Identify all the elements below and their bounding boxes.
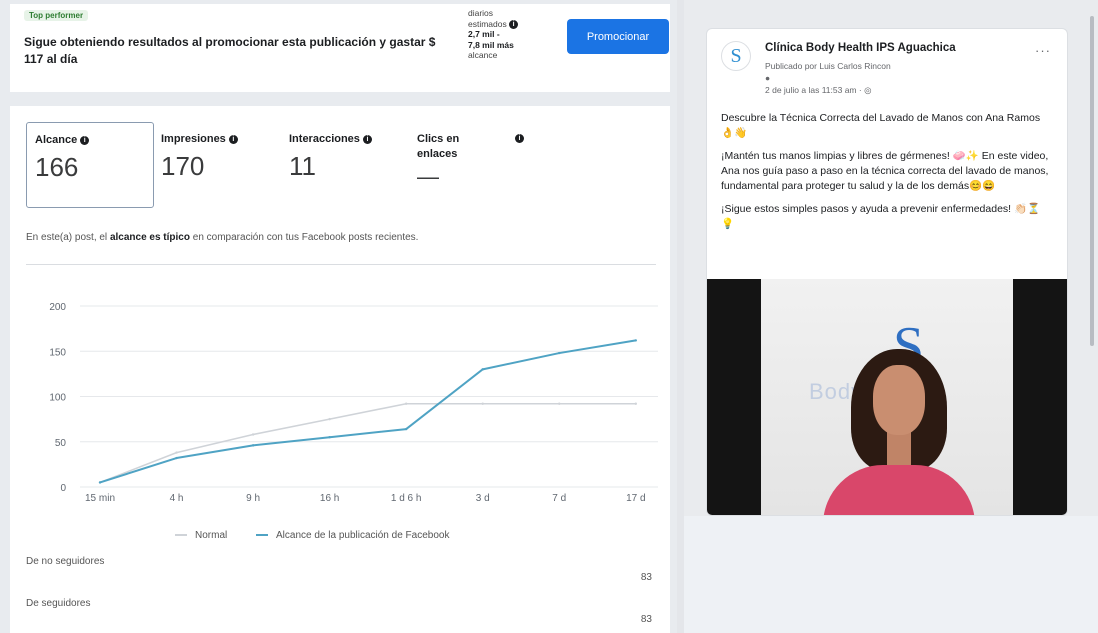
estimate-label-3: alcance [468, 50, 498, 60]
stats-card: Alcance i 166 Impresiones i 170 Interacc… [10, 106, 670, 633]
info-icon[interactable]: i [80, 135, 90, 145]
legend-item-reach[interactable]: Alcance de la publicación de Facebook [256, 530, 449, 541]
legend-swatch-normal [175, 534, 187, 537]
metric-label: Interacciones [289, 133, 360, 145]
y-tick-label: 200 [49, 302, 66, 313]
video-frame: S Body Health [761, 279, 1013, 515]
breakdown-followers: De seguidores 83 [26, 598, 656, 625]
point-normal [404, 402, 408, 405]
info-dot-icon: ● [765, 73, 771, 83]
legend-swatch-reach [256, 534, 269, 537]
info-icon[interactable]: i [228, 134, 238, 144]
post-meta: Publicado por Luis Carlos Rincon ● 2 de … [765, 61, 891, 95]
breakdown-non-followers: De no seguidores 83 [26, 556, 656, 583]
post-preview-panel: S Clínica Body Health IPS Aguachica Publ… [684, 0, 1098, 633]
legend-label: Alcance de la publicación de Facebook [276, 530, 450, 541]
x-tick-label: 1 d 6 h [391, 493, 422, 504]
y-tick-label: 150 [49, 347, 66, 358]
breakdown-label: De no seguidores [26, 556, 105, 567]
page-logo-icon[interactable]: S [721, 41, 751, 71]
breakdown-value: 83 [640, 572, 652, 583]
info-icon[interactable]: i [515, 134, 524, 143]
point-reach [328, 436, 331, 439]
post-video[interactable]: S Body Health [707, 279, 1067, 515]
metric-reach[interactable]: Alcance i 166 [26, 122, 154, 208]
estimate-label-2: estimados [468, 18, 507, 29]
chart-legend: Normal Alcance de la publicación de Face… [175, 530, 475, 541]
insights-panel: Top performer Sigue obteniendo resultado… [0, 0, 677, 633]
post-paragraph: ¡Mantén tus manos limpias y libres de gé… [721, 150, 1049, 192]
panel-background [684, 516, 1098, 633]
x-tick-label: 17 d [626, 493, 645, 504]
estimate-label-1: diarios [468, 8, 494, 18]
point-normal [251, 433, 255, 436]
presenter-face [873, 365, 925, 435]
promote-button[interactable]: Promocionar [567, 19, 669, 54]
metric-impressions[interactable]: Impresiones i 170 [153, 122, 281, 208]
y-tick-label: 50 [55, 438, 67, 449]
scrollbar[interactable] [1090, 16, 1094, 346]
estimate-value: 2,7 mil - [468, 29, 500, 39]
post-paragraph: Descubre la Técnica Correcta del Lavado … [721, 112, 1041, 139]
metric-value: 11 [289, 151, 316, 181]
more-options-icon[interactable]: ··· [1035, 43, 1051, 58]
post-paragraph: ¡Sigue estos simples pasos y ayuda a pre… [721, 203, 1041, 230]
metric-label: Impresiones [161, 133, 226, 145]
post-text: Descubre la Técnica Correcta del Lavado … [721, 111, 1053, 240]
breakdown-label: De seguidores [26, 598, 91, 609]
post-preview: S Clínica Body Health IPS Aguachica Publ… [706, 28, 1068, 516]
reach-description: En este(a) post, el alcance es típico en… [26, 232, 418, 243]
y-tick-label: 0 [60, 483, 66, 494]
published-by: Publicado por Luis Carlos Rincon [765, 61, 891, 71]
promotion-message: Sigue obteniendo resultados al promocion… [24, 35, 436, 66]
y-tick-label: 100 [49, 393, 66, 404]
x-tick-label: 3 d [476, 493, 490, 504]
metric-label: Alcance [35, 134, 78, 146]
x-tick-label: 7 d [552, 493, 566, 504]
reach-line-chart: 0 50 100 150 200 15 min 4 h 9 h 16 h 1 d 6 h 3 d 7 … [49, 302, 658, 504]
point-reach [634, 339, 637, 342]
description-prefix: En este(a) post, el [26, 232, 108, 243]
post-date[interactable]: 2 de julio a las 11:53 am [765, 85, 857, 95]
metric-interactions[interactable]: Interacciones i 11 [281, 122, 409, 208]
presenter-neck [887, 429, 911, 469]
point-normal [328, 417, 331, 421]
x-tick-label: 16 h [320, 493, 339, 504]
point-normal [634, 402, 637, 405]
point-normal [481, 402, 484, 405]
divider [26, 264, 656, 265]
estimate-info: diarios estimados i 2,7 mil - 7,8 mil má… [468, 8, 548, 61]
point-reach [481, 368, 484, 371]
top-performer-badge: Top performer [24, 10, 89, 21]
page-name[interactable]: Clínica Body Health IPS Aguachica [765, 42, 956, 54]
description-highlight: alcance es típico [109, 232, 190, 243]
point-reach [404, 427, 408, 431]
series-line-normal [99, 402, 636, 484]
metric-value: — [417, 164, 439, 189]
legend-item-normal[interactable]: Normal [175, 530, 227, 541]
metric-label: Clics en enlaces [417, 133, 460, 160]
metric-link-clicks[interactable]: Clics en enlaces i — [409, 122, 539, 208]
globe-icon: ◎ [864, 85, 872, 95]
point-reach [175, 456, 178, 460]
x-tick-label: 4 h [170, 493, 184, 504]
point-normal [558, 402, 561, 405]
point-reach [558, 351, 561, 355]
metric-value: 170 [161, 151, 205, 181]
estimate-value-2: 7,8 mil más [468, 39, 514, 50]
info-icon[interactable]: i [509, 19, 519, 29]
presenter-shirt [823, 465, 975, 515]
x-tick-label: 9 h [246, 493, 260, 504]
breakdown-value: 83 [640, 614, 652, 625]
promotion-card: Top performer Sigue obteniendo resultado… [10, 4, 670, 92]
info-icon[interactable]: i [362, 134, 372, 144]
metric-value: 166 [35, 152, 79, 182]
legend-label: Normal [195, 530, 228, 541]
point-reach [98, 481, 102, 484]
description-suffix: en comparación con tus Facebook posts re… [192, 232, 419, 243]
point-normal [175, 451, 178, 454]
x-tick-label: 15 min [85, 493, 115, 504]
point-reach [251, 444, 255, 447]
